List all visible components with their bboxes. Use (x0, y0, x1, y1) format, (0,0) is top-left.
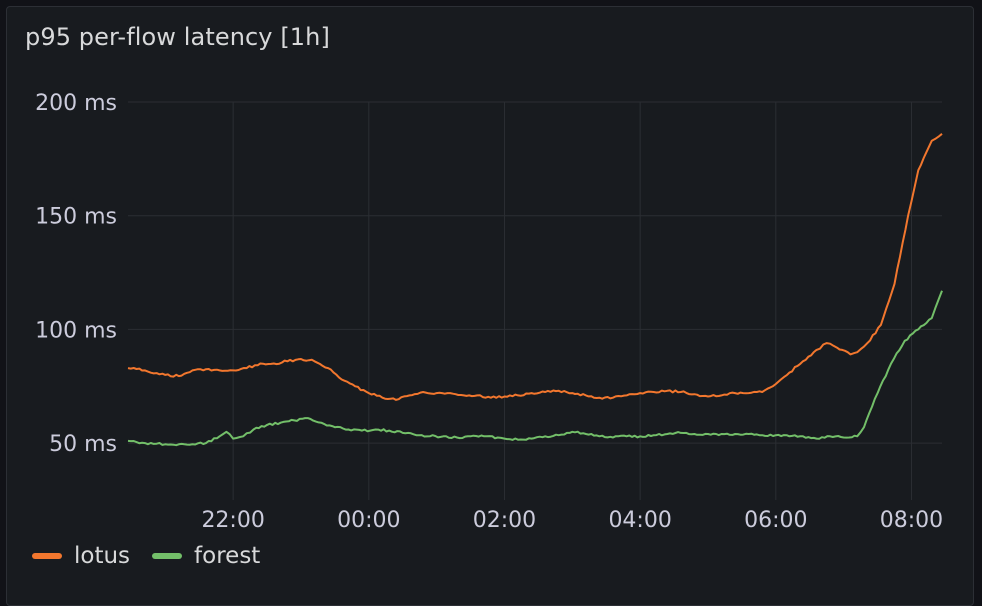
legend-label-lotus: lotus (74, 543, 131, 569)
series-line-forest[interactable] (127, 290, 943, 447)
x-tick-label: 22:00 (201, 508, 264, 533)
legend-swatch-forest (152, 553, 183, 559)
legend-label-forest: forest (194, 543, 261, 569)
x-tick-label: 00:00 (337, 508, 400, 533)
y-tick-label: 150 ms (35, 205, 117, 230)
x-axis: 22:00 00:00 02:00 04:00 06:00 08:00 (201, 508, 943, 533)
x-tick-label: 04:00 (608, 508, 671, 533)
chart: 50 ms 100 ms 150 ms 200 ms 22:00 00:00 02:00 0… (35, 91, 943, 533)
legend-swatch-lotus (32, 553, 62, 559)
legend-item-lotus[interactable]: lotus (32, 543, 130, 569)
series-line-lotus[interactable] (127, 133, 943, 401)
y-tick-label: 100 ms (35, 318, 117, 343)
plot-lines (127, 133, 943, 447)
y-tick-label: 200 ms (35, 91, 117, 116)
x-tick-label: 08:00 (880, 508, 943, 533)
legend-item-forest[interactable]: forest (152, 543, 260, 569)
y-axis: 50 ms 100 ms 150 ms 200 ms (35, 91, 117, 457)
legend: lotus forest (32, 543, 260, 569)
y-tick-label: 50 ms (49, 432, 117, 457)
x-tick-label: 02:00 (473, 508, 536, 533)
grid-lines (128, 101, 942, 500)
x-tick-label: 06:00 (744, 508, 807, 533)
